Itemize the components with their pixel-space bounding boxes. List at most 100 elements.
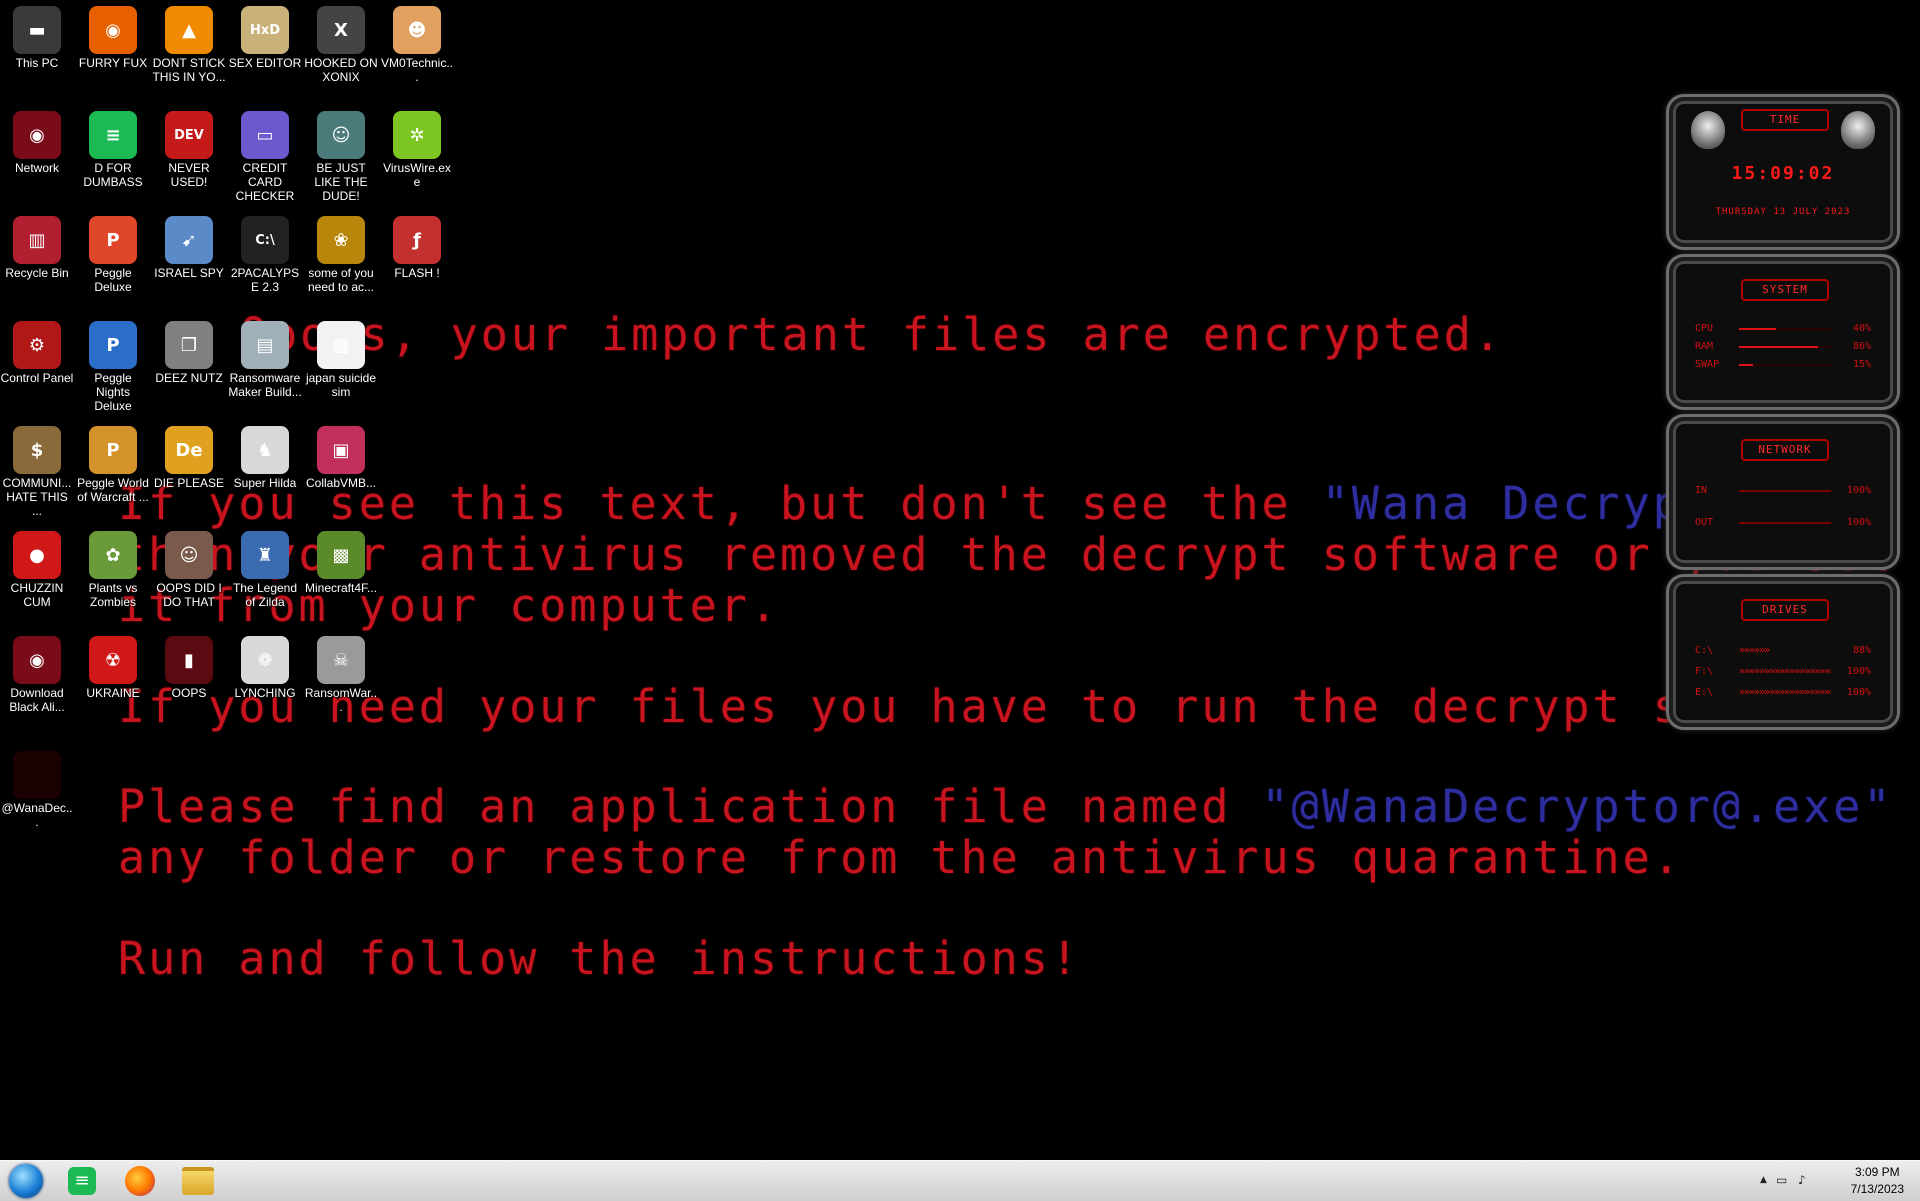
clock-date-label: 7/13/2023	[1850, 1182, 1904, 1196]
desktop-icon[interactable]: ☻ VM0Technic...	[380, 0, 454, 84]
ransom-text-line: any folder or restore from the antivirus…	[118, 831, 1683, 884]
desktop-icon-label: CHUZZIN CUM	[10, 581, 64, 609]
desktop-icon[interactable]: ▣ CollabVMB...	[304, 420, 378, 490]
desktop-icon-label: HOOKED ON XONIX	[304, 56, 378, 84]
clock-gadget[interactable]: TIME 15:09:02 THURSDAY 13 JULY 2023	[1666, 94, 1900, 250]
desktop-icon[interactable]: ◉ Download Black Ali...	[0, 630, 74, 714]
desktop-icon-label: NEVER USED!	[168, 161, 210, 189]
desktop-icon[interactable]: ◉ FURRY FUX	[76, 0, 150, 70]
desktop-icon[interactable]: X HOOKED ON XONIX	[304, 0, 378, 84]
desktop-icon[interactable]: P Peggle Deluxe	[76, 210, 150, 294]
system-tray: ▲ ▭ ♪ 3:09 PM 7/13/2023	[1760, 1161, 1920, 1201]
desktop-icon-label: Peggle Deluxe	[94, 266, 132, 294]
desktop-icon[interactable]: C:\ 2PACALYPSE 2.3	[228, 210, 302, 294]
desktop-icon[interactable]: ✲ VirusWire.exe	[380, 105, 454, 189]
desktop-icon[interactable]: ☺ BE JUST LIKE THE DUDE!	[304, 105, 378, 203]
desktop-icon[interactable]: ❐ DEEZ NUTZ	[152, 315, 226, 385]
desktop-icon-label: CREDIT CARD CHECKER	[235, 161, 295, 203]
desktop-icon-label: Control Panel	[0, 371, 74, 385]
desktop-icon[interactable]: DEV NEVER USED!	[152, 105, 226, 189]
desktop-icon[interactable]: ☠ RansomWar...	[304, 630, 378, 714]
ransom-instructions: Run and follow the instructions!	[118, 932, 1081, 985]
minecraft-block-icon: ▩	[317, 531, 365, 579]
file-explorer-taskbar-button[interactable]	[176, 1163, 220, 1199]
vlc-cone-icon: ▲	[165, 6, 213, 54]
drives-gadget[interactable]: DRIVES C:\ »»»»»» 88% F:\ »»»»»»»»»»»»»»…	[1666, 574, 1900, 730]
desktop-icon[interactable]: ♞ Super Hilda	[228, 420, 302, 490]
desktop-icon[interactable]: ▩ Minecraft4F...	[304, 525, 378, 595]
desktop-icon-label: Minecraft4F...	[304, 581, 378, 595]
desktop-icon-label: Ransomware Maker Build...	[228, 371, 302, 399]
desktop-icon[interactable]: ▥ Recycle Bin	[0, 210, 74, 280]
desktop-icon[interactable]: P Peggle Nights Deluxe	[76, 315, 150, 413]
clock-time-label: 3:09 PM	[1854, 1165, 1900, 1179]
desktop-icon[interactable]: ❁ LYNCHING	[228, 630, 302, 700]
desktop-icon[interactable]: ♜ The Legend of Zilda	[228, 525, 302, 609]
desktop-icon[interactable]: $ COMMUNI... HATE THIS ...	[0, 420, 74, 518]
start-button[interactable]	[4, 1163, 48, 1199]
desktop-icon[interactable]: De DIE PLEASE	[152, 420, 226, 490]
desktop-icon[interactable]: P Peggle World of Warcraft ...	[76, 420, 150, 504]
volume-icon[interactable]: ♪	[1798, 1173, 1806, 1187]
alien-head-icon	[1691, 111, 1725, 149]
hex-editor-icon: HxD	[241, 6, 289, 54]
terminal-icon: C:\	[241, 216, 289, 264]
desktop-icon-label: FURRY FUX	[78, 56, 148, 70]
desktop-icon[interactable]: ❀ some of you need to ac...	[304, 210, 378, 294]
network-gadget[interactable]: NETWORK IN 100% OUT 100%	[1666, 414, 1900, 570]
desktop-icon[interactable]: ✿ Plants vs Zombies	[76, 525, 150, 609]
desktop-icon[interactable]: ≡ D FOR DUMBASS	[76, 105, 150, 189]
firefox-icon	[125, 1166, 155, 1196]
desktop-icon[interactable]: ☢ UKRAINE	[76, 630, 150, 700]
desktop-icon[interactable]: @WanaDec...	[0, 745, 74, 829]
firefox-taskbar-button[interactable]	[118, 1163, 162, 1199]
desktop-icon[interactable]: ▮ OOPS	[152, 630, 226, 700]
peggle-wow-icon: P	[89, 426, 137, 474]
document-icon: ▦	[317, 321, 365, 369]
windows-orb-icon	[9, 1164, 43, 1198]
desktop-icon-label: Download Black Ali...	[9, 686, 65, 714]
de-icon: De	[165, 426, 213, 474]
desktop-icon-label: japan suicide sim	[305, 371, 377, 399]
notes-app-taskbar-button[interactable]: ≡	[60, 1163, 104, 1199]
desktop-icon[interactable]: ➹ ISRAEL SPY	[152, 210, 226, 280]
desktop-icon-label: COMMUNI... HATE THIS ...	[2, 476, 72, 518]
desktop-icon-label: DEEZ NUTZ	[155, 371, 223, 385]
desktop-icon[interactable]: ▤ Ransomware Maker Build...	[228, 315, 302, 399]
network-tray-icon[interactable]: ▭	[1776, 1173, 1787, 1187]
network-gadget-title: NETWORK	[1741, 439, 1829, 461]
desktop-icon-label: Peggle Nights Deluxe	[94, 371, 132, 413]
desktop-icon[interactable]: ⚙ Control Panel	[0, 315, 74, 385]
doctor-icon: ☻	[393, 6, 441, 54]
plants-zombies-icon: ✿	[89, 531, 137, 579]
desktop-icon-label: Peggle World of Warcraft ...	[77, 476, 149, 504]
desktop-icon[interactable]: ◉ Network	[0, 105, 74, 175]
system-gadget[interactable]: SYSTEM CPU 40% RAM 86% SWAP 15%	[1666, 254, 1900, 410]
desktop-icon-label: FLASH !	[394, 266, 440, 280]
network-icon: ◉	[13, 111, 61, 159]
desktop-icon-label: SEX EDITOR	[228, 56, 302, 70]
desktop-icon-label: UKRAINE	[86, 686, 140, 700]
desktop-icon[interactable]: ▬ This PC	[0, 0, 74, 70]
desktop-icon-label: some of you need to ac...	[307, 266, 375, 294]
desktop-icon[interactable]: ƒ FLASH !	[380, 210, 454, 280]
windows-stack-icon: ❐	[165, 321, 213, 369]
desktop-icon[interactable]: ● CHUZZIN CUM	[0, 525, 74, 609]
lime-icon: ✲	[393, 111, 441, 159]
desktop-icon-label: DONT STICK THIS IN YO...	[152, 56, 226, 84]
desktop-icon[interactable]: HxD SEX EDITOR	[228, 0, 302, 70]
desktop-icon[interactable]: ▲ DONT STICK THIS IN YO...	[152, 0, 226, 84]
xonix-game-icon: X	[317, 6, 365, 54]
desktop-icon-label: LYNCHING	[234, 686, 296, 700]
lotus-icon: ❁	[241, 636, 289, 684]
desktop-icon-label: 2PACALYPSE 2.3	[230, 266, 300, 294]
desktop-icon-label: Super Hilda	[233, 476, 297, 490]
desktop-icon[interactable]: ▦ japan suicide sim	[304, 315, 378, 399]
notes-app-icon: ≡	[89, 111, 137, 159]
taskbar-clock[interactable]: 3:09 PM 7/13/2023	[1851, 1164, 1904, 1198]
show-hidden-icons[interactable]: ▲	[1760, 1175, 1767, 1185]
portrait-icon: ☺	[165, 531, 213, 579]
desktop-icon[interactable]: ☺ OOPS DID I DO THAT	[152, 525, 226, 609]
desktop-icon[interactable]: ▭ CREDIT CARD CHECKER	[228, 105, 302, 203]
desktop-icon-label: Recycle Bin	[5, 266, 69, 280]
